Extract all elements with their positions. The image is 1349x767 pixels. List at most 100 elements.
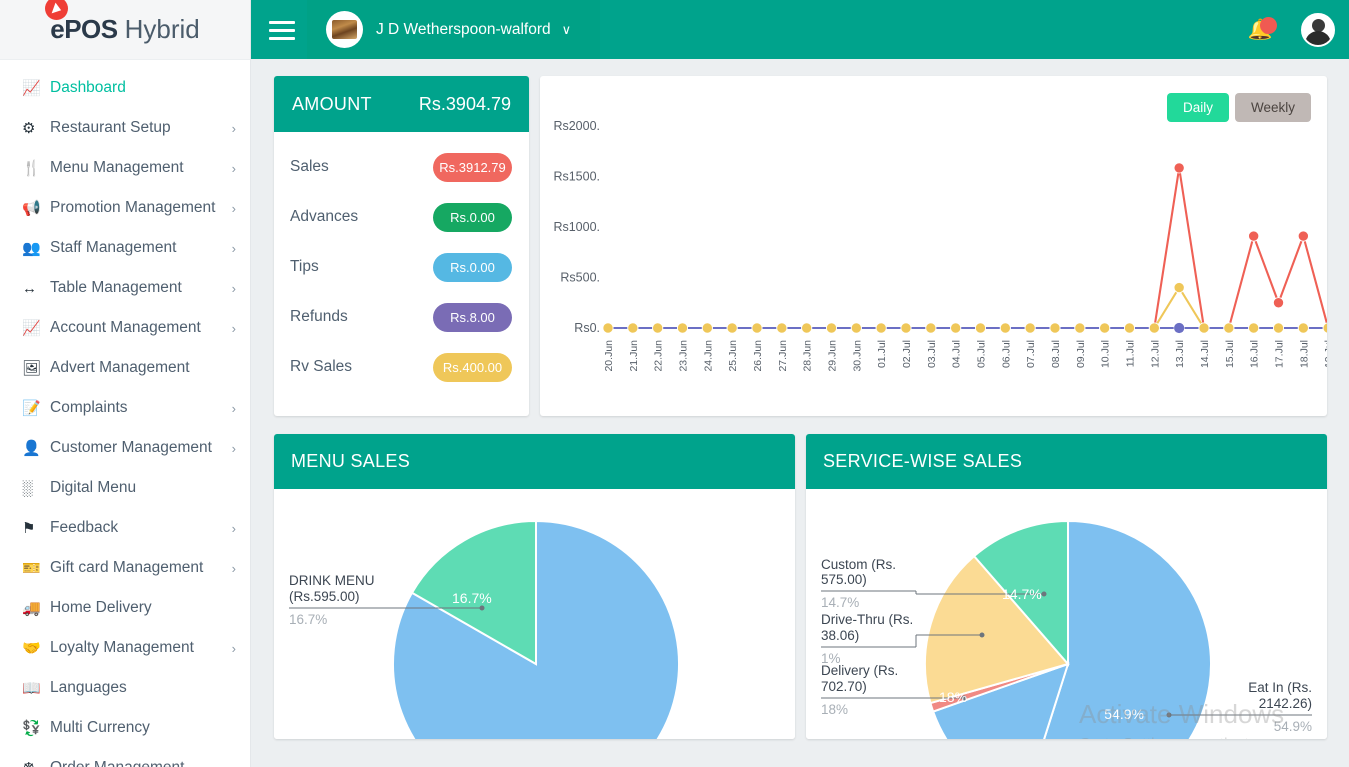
sidebar-item-label: Feedback bbox=[50, 519, 119, 536]
amount-row-value: Rs.0.00 bbox=[433, 202, 512, 232]
amount-row-value: Rs.0.00 bbox=[433, 252, 512, 282]
complaints-icon: 📝 bbox=[22, 400, 41, 417]
customer-management-icon: 👤 bbox=[22, 440, 41, 457]
sidebar-item-menu-management[interactable]: 🍴 Menu Management › bbox=[0, 148, 250, 188]
sidebar-item-label: Menu Management bbox=[50, 159, 184, 176]
amount-row-label: Sales bbox=[290, 158, 329, 175]
svg-text:12.Jul: 12.Jul bbox=[1149, 340, 1161, 368]
languages-icon: 📖 bbox=[22, 680, 41, 697]
sidebar-nav: 📈 Dashboard ⚙ Restaurant Setup › 🍴 Menu Manage… bbox=[0, 60, 250, 767]
sidebar: ePOS Hybrid 📈 Dashboard ⚙ Restaurant Setup ›… bbox=[0, 0, 251, 767]
svg-text:10.Jul: 10.Jul bbox=[1100, 340, 1112, 368]
chevron-right-icon: › bbox=[231, 120, 236, 136]
amount-row-label: Advances bbox=[290, 208, 359, 225]
sidebar-item-digital-menu[interactable]: ░ Digital Menu bbox=[0, 468, 250, 508]
svg-text:2142.26): 2142.26) bbox=[1259, 696, 1312, 711]
user-avatar[interactable] bbox=[1301, 12, 1335, 47]
svg-text:Rs2000.: Rs2000. bbox=[553, 119, 600, 133]
svg-text:Rs1500.: Rs1500. bbox=[553, 170, 600, 184]
service-sales-pie-chart: Custom (Rs.575.00) 14.7% 14.7% Drive-Thru (… bbox=[821, 519, 1312, 739]
svg-text:30.Jun: 30.Jun bbox=[851, 340, 863, 372]
sidebar-item-loyalty-management[interactable]: 🤝 Loyalty Management › bbox=[0, 628, 250, 668]
notifications-button[interactable]: 🔔 bbox=[1241, 11, 1279, 49]
svg-text:Custom (Rs.: Custom (Rs. bbox=[821, 557, 896, 572]
svg-text:14.Jul: 14.Jul bbox=[1199, 340, 1211, 368]
brand-logo[interactable]: ePOS Hybrid bbox=[0, 0, 250, 60]
sidebar-item-table-management[interactable]: ↔ Table Management › bbox=[0, 268, 250, 308]
svg-text:18%: 18% bbox=[939, 689, 967, 705]
store-name: J D Wetherspoon-walford bbox=[376, 20, 551, 38]
amount-row: Sales Rs.3912.79 bbox=[290, 142, 512, 192]
svg-text:Eat In (Rs.: Eat In (Rs. bbox=[1248, 680, 1312, 695]
sidebar-item-label: Multi Currency bbox=[50, 719, 150, 736]
sidebar-item-label: Account Management bbox=[50, 319, 201, 336]
table-management-icon: ↔ bbox=[22, 279, 37, 297]
sidebar-item-account-management[interactable]: 📈 Account Management › bbox=[0, 308, 250, 348]
sidebar-item-label: Languages bbox=[50, 679, 127, 696]
main-content: AMOUNT Rs.3904.79 Sales Rs.3912.79 Advance… bbox=[251, 59, 1349, 767]
amount-card-header: AMOUNT Rs.3904.79 bbox=[274, 76, 529, 132]
sidebar-item-order-management[interactable]: ☸Order Management bbox=[0, 748, 250, 767]
promotion-management-icon: 📢 bbox=[22, 200, 41, 217]
svg-text:24.Jun: 24.Jun bbox=[702, 340, 714, 372]
sidebar-item-label: Home Delivery bbox=[50, 599, 152, 616]
chevron-right-icon: › bbox=[231, 280, 236, 296]
svg-text:22.Jun: 22.Jun bbox=[653, 340, 665, 372]
svg-text:Rs1000.: Rs1000. bbox=[553, 220, 600, 234]
svg-text:07.Jul: 07.Jul bbox=[1025, 340, 1037, 368]
sidebar-item-customer-management[interactable]: 👤 Customer Management › bbox=[0, 428, 250, 468]
svg-text:02.Jul: 02.Jul bbox=[901, 340, 913, 368]
brand-hybrid-text: Hybrid bbox=[124, 14, 200, 44]
amount-row-label: Tips bbox=[290, 258, 319, 275]
account-management-icon: 📈 bbox=[22, 320, 41, 337]
menu-sales-title: MENU SALES bbox=[274, 434, 795, 489]
sidebar-item-dashboard[interactable]: 📈 Dashboard bbox=[0, 68, 250, 108]
sidebar-item-advert-management[interactable]: 🖼 Advert Management bbox=[0, 348, 250, 388]
sidebar-item-multi-currency[interactable]: 💱 Multi Currency bbox=[0, 708, 250, 748]
amount-card-total: Rs.3904.79 bbox=[418, 93, 511, 114]
sidebar-item-complaints[interactable]: 📝 Complaints › bbox=[0, 388, 250, 428]
service-sales-card: SERVICE-WISE SALES Custom (Rs. 575.00) 14.… bbox=[806, 434, 1327, 739]
store-selector[interactable]: J D Wetherspoon-walford ∨ bbox=[307, 0, 600, 59]
chevron-right-icon: › bbox=[231, 400, 236, 416]
home-delivery-icon: 🚚 bbox=[22, 600, 41, 617]
svg-text:54.9%: 54.9% bbox=[1104, 706, 1144, 722]
svg-text:16.7%: 16.7% bbox=[289, 612, 327, 627]
hamburger-icon[interactable] bbox=[269, 16, 295, 42]
sidebar-item-promotion-management[interactable]: 📢 Promotion Management › bbox=[0, 188, 250, 228]
amount-row: Refunds Rs.8.00 bbox=[290, 292, 512, 342]
svg-text:Delivery (Rs.: Delivery (Rs. bbox=[821, 663, 898, 678]
sidebar-item-label: Dashboard bbox=[50, 79, 126, 96]
svg-text:Rs0.: Rs0. bbox=[574, 321, 600, 335]
sidebar-item-staff-management[interactable]: 👥 Staff Management › bbox=[0, 228, 250, 268]
sidebar-item-languages[interactable]: 📖 Languages bbox=[0, 668, 250, 708]
sidebar-item-feedback[interactable]: ⚑ Feedback › bbox=[0, 508, 250, 548]
svg-text:27.Jun: 27.Jun bbox=[777, 340, 789, 372]
sidebar-item-label: Restaurant Setup bbox=[50, 119, 171, 136]
svg-text:(Rs.595.00): (Rs.595.00) bbox=[289, 589, 360, 604]
multi-currency-icon: 💱 bbox=[22, 720, 41, 737]
brand-epos-text: ePOS bbox=[50, 14, 118, 44]
svg-text:Drive-Thru (Rs.: Drive-Thru (Rs. bbox=[821, 612, 913, 627]
dashboard-page: ePOS Hybrid 📈 Dashboard ⚙ Restaurant Setup ›… bbox=[0, 0, 1349, 767]
store-avatar bbox=[326, 11, 363, 48]
menu-sales-body: DRINK MENU(Rs.595.00)16.7%16.7%FOOD MENU… bbox=[274, 489, 795, 739]
svg-text:19.Jul: 19.Jul bbox=[1323, 340, 1327, 368]
sidebar-item-label: Complaints bbox=[50, 399, 128, 416]
svg-text:16.7%: 16.7% bbox=[452, 590, 492, 606]
svg-text:01.Jul: 01.Jul bbox=[876, 340, 888, 368]
sidebar-item-gift-card-management[interactable]: 🎫 Gift card Management › bbox=[0, 548, 250, 588]
menu-sales-card: MENU SALES DRINK MENU (Rs.595.00) 16.7% 16.… bbox=[274, 434, 795, 739]
amount-row-value: Rs.3912.79 bbox=[433, 152, 512, 182]
svg-text:03.Jul: 03.Jul bbox=[926, 340, 938, 368]
svg-text:26.Jun: 26.Jun bbox=[752, 340, 764, 372]
svg-text:18.Jul: 18.Jul bbox=[1298, 340, 1310, 368]
sidebar-item-restaurant-setup[interactable]: ⚙ Restaurant Setup › bbox=[0, 108, 250, 148]
service-sales-title: SERVICE-WISE SALES bbox=[806, 434, 1327, 489]
amount-row: Rv Sales Rs.400.00 bbox=[290, 342, 512, 392]
sidebar-item-home-delivery[interactable]: 🚚 Home Delivery bbox=[0, 588, 250, 628]
notification-badge bbox=[1260, 16, 1277, 34]
amount-card-title: AMOUNT bbox=[292, 93, 372, 114]
sidebar-item-label: Table Management bbox=[50, 279, 182, 296]
svg-text:25.Jun: 25.Jun bbox=[727, 340, 739, 372]
